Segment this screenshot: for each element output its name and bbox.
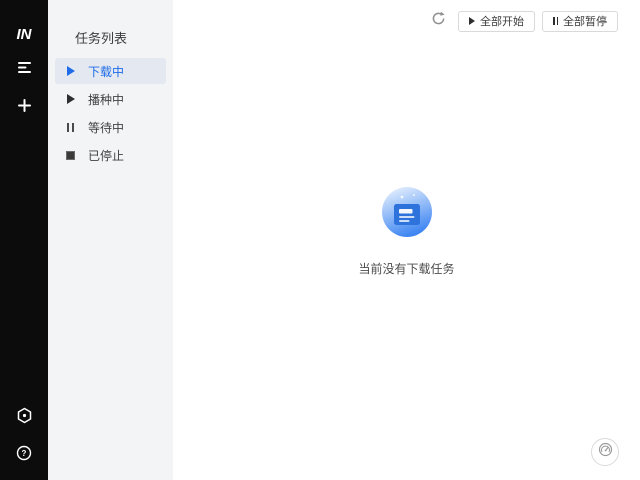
settings-button[interactable]	[0, 407, 48, 429]
refresh-button[interactable]	[427, 10, 449, 32]
task-status-nav: 下载中 播种中 等待中 已停止	[48, 58, 173, 170]
speed-limit-button[interactable]	[591, 438, 619, 466]
nav-item-waiting[interactable]: 等待中	[55, 114, 166, 140]
nav-item-downloading[interactable]: 下载中	[55, 58, 166, 84]
panel-title: 任务列表	[75, 31, 128, 46]
app-window: IN ? 任务列表 下载中 播种中 等待中 已停止 全部开始 全部暂停 当前没有…	[0, 0, 640, 480]
empty-state-message: 当前没有下载任务	[358, 262, 455, 276]
task-list-nav-button[interactable]	[0, 59, 48, 81]
nav-item-seeding[interactable]: 播种中	[55, 86, 166, 112]
nav-item-label: 等待中	[88, 120, 125, 135]
play-icon	[65, 94, 76, 104]
nav-item-label: 播种中	[88, 92, 125, 107]
pause-all-button[interactable]: 全部暂停	[542, 10, 618, 32]
help-icon: ?	[16, 445, 32, 466]
task-panel: 任务列表 下载中 播种中 等待中 已停止	[48, 0, 173, 480]
app-logo: IN	[16, 26, 32, 43]
refresh-icon	[430, 10, 447, 32]
play-icon	[65, 66, 76, 76]
pause-all-label: 全部暂停	[563, 16, 607, 28]
svg-text:?: ?	[22, 449, 27, 458]
settings-icon	[16, 407, 33, 429]
task-list-icon	[17, 61, 32, 79]
start-all-label: 全部开始	[480, 16, 524, 28]
left-rail: IN ?	[0, 0, 48, 480]
toolbar: 全部开始 全部暂停	[427, 10, 618, 32]
pause-icon	[553, 17, 558, 25]
nav-item-stopped[interactable]: 已停止	[55, 142, 166, 168]
nav-item-label: 已停止	[88, 148, 125, 163]
add-task-button[interactable]	[0, 97, 48, 119]
speed-gauge-icon	[597, 441, 614, 463]
pause-icon	[65, 122, 76, 132]
empty-state-document-icon	[381, 187, 433, 242]
main-content: 全部开始 全部暂停 当前没有下载任务	[173, 0, 640, 480]
nav-item-label: 下载中	[88, 64, 125, 79]
stop-icon	[65, 150, 76, 160]
empty-state: 当前没有下载任务	[173, 186, 640, 277]
start-all-button[interactable]: 全部开始	[458, 10, 535, 32]
help-button[interactable]: ?	[0, 444, 48, 466]
add-task-icon	[17, 98, 32, 118]
play-icon	[469, 17, 475, 25]
